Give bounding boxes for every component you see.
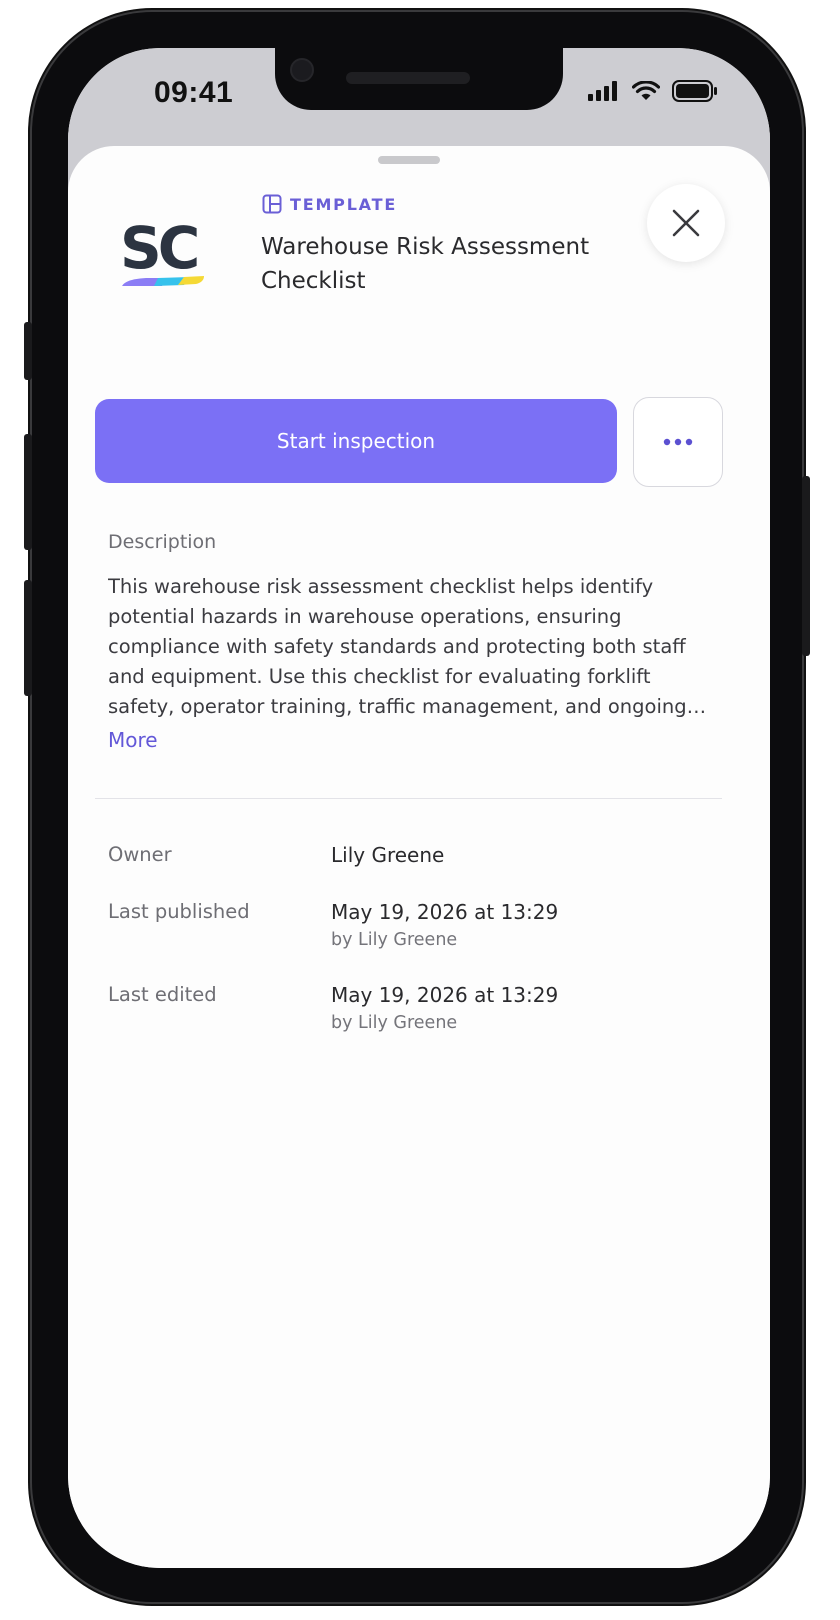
owner-label: Owner <box>108 843 172 866</box>
start-inspection-button[interactable]: Start inspection <box>95 399 617 483</box>
wifi-icon <box>632 81 660 100</box>
status-icons <box>588 80 718 102</box>
last-published-value: May 19, 2026 at 13:29 <box>331 900 559 924</box>
description-label: Description <box>108 531 217 553</box>
last-edited-label: Last edited <box>108 983 217 1006</box>
power-button <box>802 476 810 656</box>
ellipsis-icon <box>663 438 693 446</box>
last-published-label: Last published <box>108 900 250 923</box>
template-title: Warehouse Risk Assessment Checklist <box>261 234 590 294</box>
battery-icon <box>672 80 717 102</box>
template-tag-label: TEMPLATE <box>290 194 398 214</box>
template-icon <box>262 194 282 214</box>
close-button[interactable] <box>647 184 725 262</box>
last-edited-by: by Lily Greene <box>331 1013 458 1033</box>
phone-screen: 09:41 SC TEMPLATE Warehouse Risk Assessm… <box>68 48 770 1568</box>
svg-text:SC: SC <box>120 216 197 282</box>
speaker <box>346 72 470 84</box>
template-sheet: SC TEMPLATE Warehouse Risk Assessment Ch… <box>68 146 770 1568</box>
sheet-drag-handle[interactable] <box>378 156 440 164</box>
status-time: 09:41 <box>154 76 234 109</box>
volume-up-button <box>24 434 32 550</box>
owner-value: Lily Greene <box>331 843 445 867</box>
divider <box>95 798 722 799</box>
description-more-link[interactable]: More <box>108 728 158 752</box>
mute-switch <box>24 322 32 380</box>
description-text: This warehouse risk assessment checklist… <box>108 575 687 718</box>
volume-down-button <box>24 580 32 696</box>
close-icon <box>672 209 700 237</box>
cellular-signal-icon <box>588 81 617 101</box>
front-camera <box>290 58 314 82</box>
last-edited-value: May 19, 2026 at 13:29 <box>331 983 559 1007</box>
safetyculture-logo: SC <box>120 216 204 286</box>
more-options-button[interactable] <box>633 397 723 487</box>
template-tag: TEMPLATE <box>262 194 397 214</box>
last-published-by: by Lily Greene <box>331 930 458 950</box>
